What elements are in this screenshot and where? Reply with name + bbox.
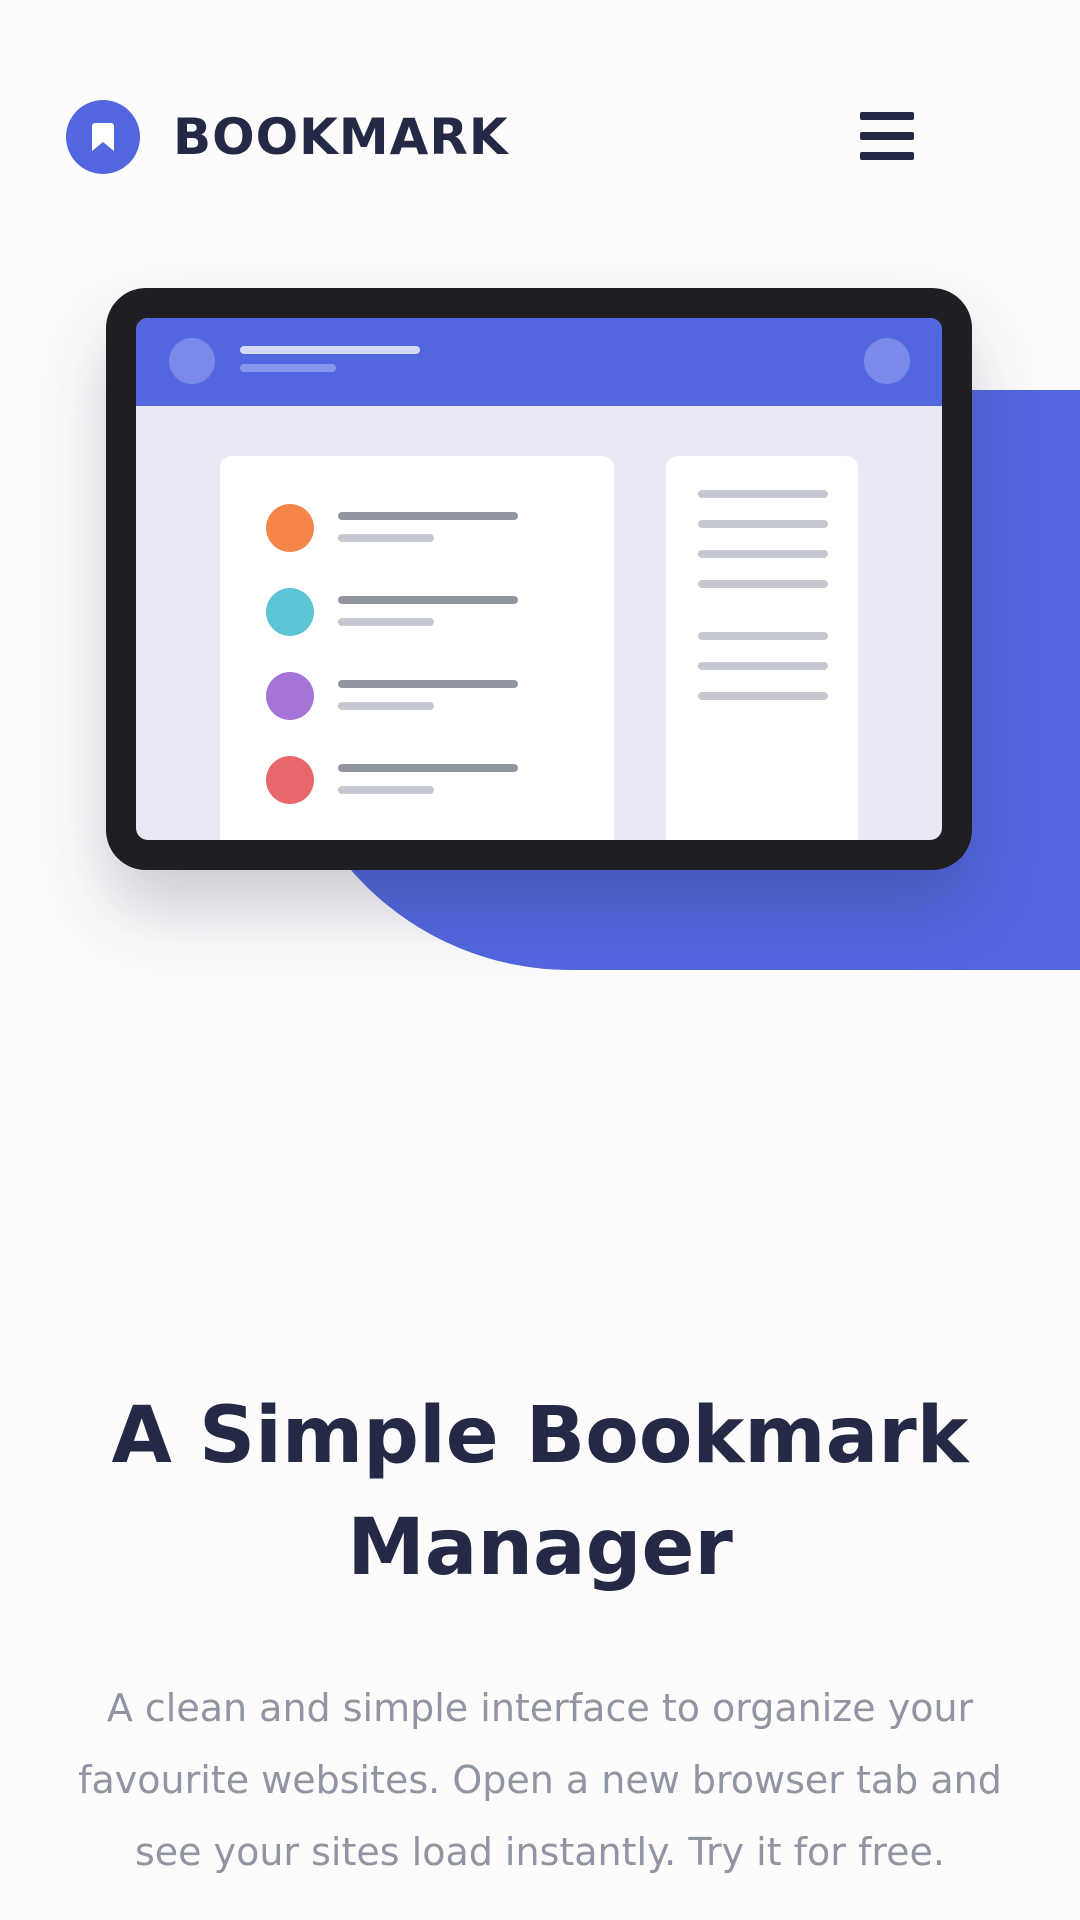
tablet-mockup (106, 288, 972, 870)
app-bar-avatar (169, 338, 215, 384)
app-bar-subtitle-line (240, 364, 336, 372)
list-line (338, 534, 434, 542)
list-line (338, 764, 518, 772)
orange-dot (266, 504, 314, 552)
panel-line (698, 662, 828, 670)
red-dot (266, 756, 314, 804)
app-bar-action (864, 338, 910, 384)
list-line (338, 702, 434, 710)
panel-line (698, 490, 828, 498)
side-panel-card (666, 456, 858, 840)
purple-dot (266, 672, 314, 720)
hero-description: A clean and simple interface to organize… (78, 1686, 1002, 1874)
panel-line (698, 580, 828, 588)
app-bar-title-line (240, 346, 420, 354)
site-header: BOOKMARK (0, 0, 1080, 270)
bookmark-list-card (220, 456, 614, 840)
logo-text: BOOKMARK (173, 108, 509, 166)
hero-illustration (0, 280, 1080, 1000)
bookmark-icon (66, 100, 140, 174)
hamburger-menu-icon[interactable] (860, 112, 914, 160)
hero-text: A Simple Bookmark Manager A clean and si… (0, 1380, 1080, 1888)
list-line (338, 786, 434, 794)
panel-line (698, 692, 828, 700)
logo[interactable]: BOOKMARK (66, 100, 509, 174)
list-line (338, 618, 434, 626)
screen-app-bar (136, 318, 942, 406)
list-line (338, 680, 518, 688)
hero-title: A Simple Bookmark Manager (111, 1391, 969, 1593)
panel-line (698, 520, 828, 528)
panel-line (698, 550, 828, 558)
teal-dot (266, 588, 314, 636)
list-line (338, 596, 518, 604)
tablet-screen (136, 318, 942, 840)
panel-line (698, 632, 828, 640)
list-line (338, 512, 518, 520)
